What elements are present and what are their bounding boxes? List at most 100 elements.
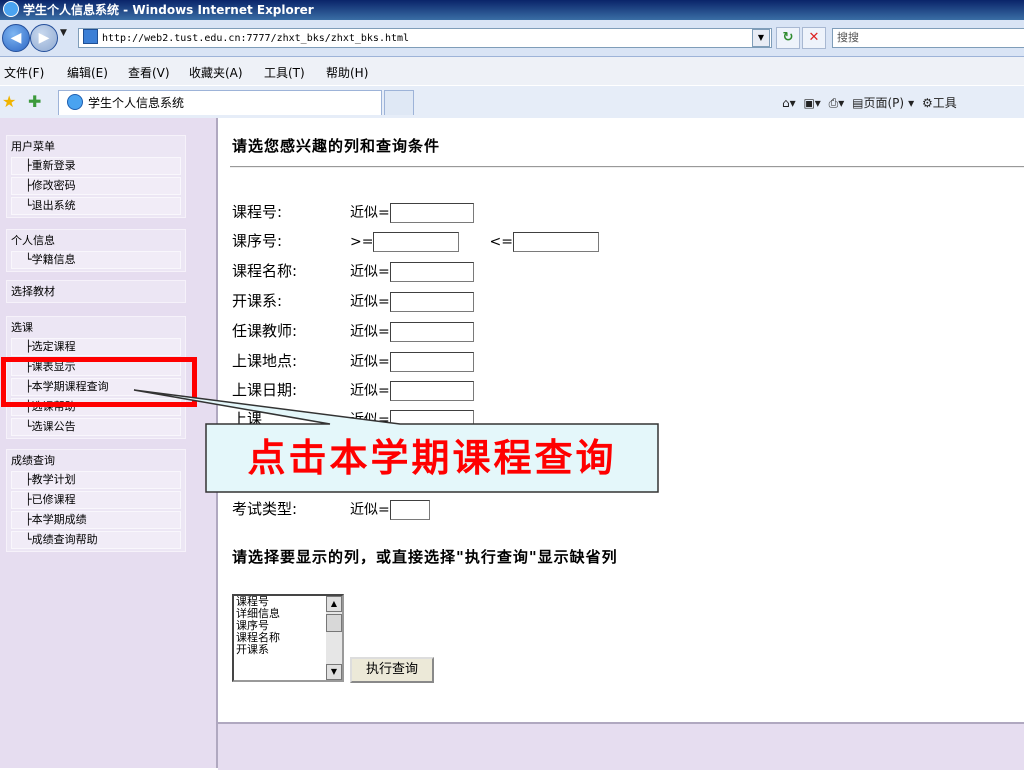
sidebar-item-relogin[interactable]: ├重新登录: [11, 157, 181, 175]
home-icon[interactable]: ⌂▾: [782, 96, 796, 110]
group-title: 个人信息: [11, 234, 55, 247]
address-toolbar: ◀ ▶ ▼ http://web2.tust.edu.cn:7777/zhxt_…: [0, 20, 1024, 57]
field-operator-2: <=: [489, 234, 513, 250]
url-text: http://web2.tust.edu.cn:7777/zhxt_bks/zh…: [102, 33, 410, 44]
ie-logo-icon: [3, 1, 19, 17]
field-operator: 近似=: [350, 354, 390, 370]
field-row-location: 上课地点: 近似=: [232, 349, 474, 373]
group-title: 成绩查询: [11, 454, 55, 467]
highlight-box: [1, 357, 197, 407]
menu-edit[interactable]: 编辑(E): [67, 64, 108, 81]
field-operator: 近似=: [350, 294, 390, 310]
sidebar-item-term-grades[interactable]: ├本学期成绩: [11, 511, 181, 529]
window-title-bar: 学生个人信息系统 - Windows Internet Explorer: [0, 0, 1024, 20]
address-input[interactable]: http://web2.tust.edu.cn:7777/zhxt_bks/zh…: [78, 28, 772, 48]
sidebar-item-student-record[interactable]: └学籍信息: [11, 251, 181, 269]
field-operator: 近似=: [350, 205, 390, 221]
menu-file[interactable]: 文件(F): [4, 64, 44, 81]
columns-heading: 请选择要显示的列，或直接选择"执行查询"显示缺省列: [232, 548, 618, 566]
search-input[interactable]: 搜搜: [832, 28, 1024, 48]
group-title: 用户菜单: [11, 140, 55, 153]
sidebar-frame: 用户菜单 ├重新登录 ├修改密码 └退出系统 个人信息 └学籍信息 选择教材 选…: [0, 118, 218, 768]
field-row-department: 开课系: 近似=: [232, 289, 474, 313]
tab-student-system[interactable]: 学生个人信息系统: [58, 90, 382, 115]
add-favorite-icon[interactable]: ✚: [28, 92, 41, 111]
field-operator: 近似=: [350, 502, 390, 518]
history-dropdown-icon[interactable]: ▼: [60, 28, 67, 38]
main-frame: 请选您感兴趣的列和查询条件 课程号: 近似= 课序号: >= <= 课程名称: 近似= …: [218, 118, 1024, 722]
location-input[interactable]: [389, 351, 474, 372]
field-label: 任课教师:: [232, 322, 298, 340]
sidebar-item-teaching-plan[interactable]: ├教学计划: [11, 471, 181, 489]
listbox-scrollbar[interactable]: ▲ ▼: [326, 596, 342, 680]
new-tab-button[interactable]: [384, 90, 414, 115]
menu-group-personal: 个人信息 └学籍信息: [6, 229, 186, 272]
sidebar-item-grades-help[interactable]: └成绩查询帮助: [11, 531, 181, 549]
course-no-input[interactable]: [389, 202, 474, 223]
divider: [230, 166, 1024, 168]
field-row-teacher: 任课教师: 近似=: [232, 319, 474, 343]
menu-group-grades: 成绩查询 ├教学计划 ├已修课程 ├本学期成绩 └成绩查询帮助: [6, 449, 186, 552]
page-heading: 请选您感兴趣的列和查询条件: [232, 137, 441, 155]
field-row-course-no: 课程号: 近似=: [232, 200, 474, 224]
tab-bar: ★ ✚ 学生个人信息系统 ⌂▾ ▣▾ ⎙▾ ▤页面(P) ▾ ⚙工具: [0, 86, 1024, 119]
window-title: 学生个人信息系统 - Windows Internet Explorer: [23, 3, 314, 17]
field-label: 考试类型:: [232, 500, 298, 518]
address-dropdown-icon[interactable]: ▼: [752, 29, 770, 47]
sidebar-item-change-password[interactable]: ├修改密码: [11, 177, 181, 195]
columns-listbox[interactable]: 课程号 详细信息 课序号 课程名称 开课系 ▲ ▼: [232, 594, 344, 682]
field-operator: >=: [350, 234, 374, 250]
field-label: 上课日期:: [232, 381, 298, 399]
bottom-frame: [218, 722, 1024, 770]
stop-icon[interactable]: ✕: [802, 27, 826, 49]
back-arrow-icon[interactable]: ◀: [2, 24, 30, 52]
exam-type-input[interactable]: [389, 499, 430, 520]
field-operator: 近似=: [350, 324, 390, 340]
tab-title: 学生个人信息系统: [88, 96, 185, 110]
section-no-min-input[interactable]: [373, 231, 460, 252]
page-icon: [83, 29, 98, 44]
tools-menu-label: 工具: [932, 96, 957, 110]
menu-help[interactable]: 帮助(H): [326, 64, 368, 81]
field-label: 开课系:: [232, 292, 283, 310]
callout-text: 点击本学期课程查询: [247, 435, 617, 480]
menu-tools[interactable]: 工具(T): [264, 64, 305, 81]
print-icon[interactable]: ⎙▾: [829, 96, 845, 110]
page-menu-button[interactable]: ▤页面(P) ▾: [852, 96, 914, 110]
field-label: 课序号:: [232, 232, 283, 250]
sidebar-item-select-textbook[interactable]: 选择教材: [7, 281, 185, 302]
field-row-exam-type: 考试类型: 近似=: [232, 497, 430, 521]
group-title: 选课: [11, 321, 33, 334]
feeds-icon[interactable]: ▣▾: [803, 96, 820, 110]
menu-view[interactable]: 查看(V): [128, 64, 170, 81]
menu-bar: 文件(F) 编辑(E) 查看(V) 收藏夹(A) 工具(T) 帮助(H): [0, 57, 1024, 85]
date-input[interactable]: [389, 380, 474, 401]
menu-group-textbook: 选择教材: [6, 280, 186, 303]
ie-page-icon: [67, 94, 83, 110]
refresh-icon[interactable]: ↻: [776, 27, 800, 49]
course-name-input[interactable]: [389, 261, 474, 282]
section-no-max-input[interactable]: [512, 231, 599, 252]
sidebar-item-select-course[interactable]: ├选定课程: [11, 338, 181, 356]
teacher-input[interactable]: [389, 321, 474, 342]
scroll-up-icon[interactable]: ▲: [326, 596, 342, 612]
page-menu-label: 页面(P): [863, 96, 905, 110]
sidebar-item-completed-courses[interactable]: ├已修课程: [11, 491, 181, 509]
sidebar-item-logout[interactable]: └退出系统: [11, 197, 181, 215]
field-label: 课程号:: [232, 203, 283, 221]
menu-favorites[interactable]: 收藏夹(A): [189, 64, 243, 81]
scroll-down-icon[interactable]: ▼: [326, 664, 342, 680]
department-input[interactable]: [389, 291, 474, 312]
forward-arrow-icon[interactable]: ▶: [30, 24, 58, 52]
favorites-star-icon[interactable]: ★: [2, 92, 16, 111]
field-operator: 近似=: [350, 383, 390, 399]
tools-menu-button[interactable]: ⚙工具: [922, 96, 961, 110]
execute-query-button[interactable]: 执行查询: [350, 657, 434, 683]
field-label: 上课地点:: [232, 352, 298, 370]
field-row-section-no: 课序号: >= <=: [232, 229, 599, 253]
field-operator: 近似=: [350, 264, 390, 280]
command-bar: ⌂▾ ▣▾ ⎙▾ ▤页面(P) ▾ ⚙工具: [782, 94, 965, 111]
sidebar-item-course-notice[interactable]: └选课公告: [11, 418, 181, 436]
scroll-thumb[interactable]: [326, 614, 342, 632]
field-row-course-name: 课程名称: 近似=: [232, 259, 474, 283]
